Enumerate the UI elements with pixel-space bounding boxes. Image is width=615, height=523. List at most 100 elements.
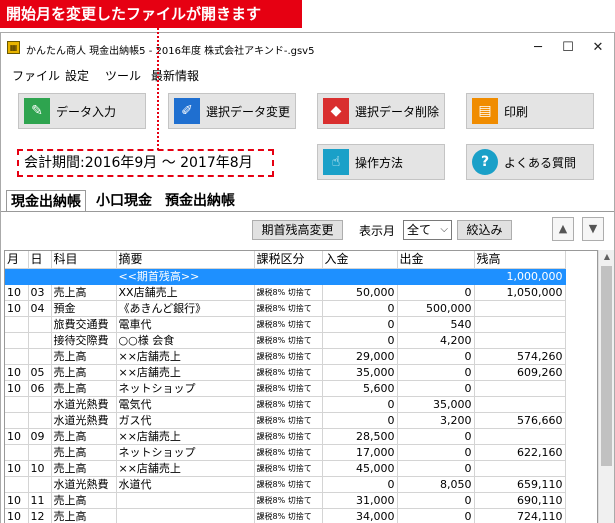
operation-guide-button[interactable]: ☝ 操作方法 bbox=[317, 144, 445, 180]
cell-day: 05 bbox=[28, 364, 52, 381]
menu-settings[interactable]: 設定 bbox=[65, 67, 89, 84]
scroll-up-icon[interactable]: ▲ bbox=[599, 250, 615, 264]
cell-balance: 724,110 bbox=[474, 508, 566, 523]
cell-day: 03 bbox=[28, 284, 52, 301]
cell-balance: 1,000,000 bbox=[474, 268, 566, 285]
cell-balance bbox=[474, 316, 566, 333]
cell-description bbox=[116, 508, 255, 523]
accounting-period: 会計期間:2016年9月 ～ 2017年8月 bbox=[17, 149, 274, 177]
table-row[interactable]: 10 03 売上高 XX店舗売上 課税8% 切捨て 50,000 0 1,050,000 bbox=[5, 284, 566, 301]
table-row[interactable]: 10 10 売上高 ××店舗売上 課税8% 切捨て 45,000 0 bbox=[5, 460, 566, 477]
cell-tax-category: 課税8% 切捨て bbox=[254, 428, 323, 445]
eraser-icon: ◆ bbox=[323, 98, 349, 124]
change-opening-balance-button[interactable]: 期首残高変更 bbox=[252, 220, 343, 240]
minimize-button[interactable]: ─ bbox=[525, 39, 551, 57]
move-up-button[interactable]: ▲ bbox=[552, 217, 574, 241]
menu-file[interactable]: ファイル bbox=[12, 67, 60, 84]
col-tax-category: 課税区分 bbox=[254, 251, 323, 269]
cell-description: <<期首残高>> bbox=[116, 268, 255, 285]
table-row[interactable]: 10 04 預金 《あきんど銀行》 課税8% 切捨て 0 500,000 bbox=[5, 300, 566, 317]
cell-deposit: 0 bbox=[322, 412, 398, 429]
col-day: 日 bbox=[28, 251, 52, 269]
cell-account: 預金 bbox=[51, 300, 117, 317]
cell-day bbox=[28, 268, 52, 285]
faq-button[interactable]: ? よくある質問 bbox=[466, 144, 594, 180]
cell-tax-category: 課税8% 切捨て bbox=[254, 396, 323, 413]
hand-pointer-icon: ☝ bbox=[323, 149, 349, 175]
data-entry-button[interactable]: ✎ データ入力 bbox=[18, 93, 146, 129]
table-row[interactable]: 売上高 ネットショップ 課税8% 切捨て 17,000 0 622,160 bbox=[5, 444, 566, 461]
cell-balance bbox=[474, 332, 566, 349]
delete-selected-button[interactable]: ◆ 選択データ削除 bbox=[317, 93, 445, 129]
table-row[interactable]: 10 05 売上高 ××店舗売上 課税8% 切捨て 35,000 0 609,260 bbox=[5, 364, 566, 381]
cell-deposit: 34,000 bbox=[322, 508, 398, 523]
cell-account: 売上高 bbox=[51, 284, 117, 301]
cell-withdrawal bbox=[397, 268, 475, 285]
move-down-button[interactable]: ▼ bbox=[582, 217, 604, 241]
cell-day: 04 bbox=[28, 300, 52, 317]
question-icon: ? bbox=[472, 149, 498, 175]
cell-balance: 659,110 bbox=[474, 476, 566, 493]
app-window: ▦ かんたん商人 現金出納帳5 - 2016年度 株式会社アキンド-.gsv5 … bbox=[0, 32, 615, 523]
close-button[interactable]: ✕ bbox=[585, 39, 611, 57]
cell-account: 売上高 bbox=[51, 348, 117, 365]
cell-withdrawal: 35,000 bbox=[397, 396, 475, 413]
cell-deposit: 35,000 bbox=[322, 364, 398, 381]
edit-selected-label: 選択データ変更 bbox=[206, 104, 291, 119]
cell-day bbox=[28, 412, 52, 429]
cell-account: 売上高 bbox=[51, 508, 117, 523]
cell-withdrawal: 0 bbox=[397, 428, 475, 445]
pencil-icon: ✐ bbox=[174, 98, 200, 124]
col-balance: 残高 bbox=[474, 251, 566, 269]
cell-tax-category: 課税8% 切捨て bbox=[254, 332, 323, 349]
display-month-select[interactable]: 全て ⌵ bbox=[403, 220, 452, 240]
cell-month bbox=[5, 444, 29, 461]
scroll-thumb[interactable] bbox=[601, 266, 612, 466]
cell-withdrawal: 0 bbox=[397, 380, 475, 397]
cell-deposit: 28,500 bbox=[322, 428, 398, 445]
cell-deposit: 45,000 bbox=[322, 460, 398, 477]
menu-tools[interactable]: ツール bbox=[105, 67, 141, 84]
cell-account: 水道光熱費 bbox=[51, 476, 117, 493]
cell-balance: 622,160 bbox=[474, 444, 566, 461]
cell-tax-category: 課税8% 切捨て bbox=[254, 444, 323, 461]
table-row[interactable]: 10 12 売上高 課税8% 切捨て 34,000 0 724,110 bbox=[5, 508, 566, 523]
narrow-button[interactable]: 絞込み bbox=[457, 220, 512, 240]
cell-description: ガス代 bbox=[116, 412, 255, 429]
cell-day bbox=[28, 316, 52, 333]
print-label: 印刷 bbox=[504, 104, 529, 119]
cell-description: 電車代 bbox=[116, 316, 255, 333]
table-row[interactable]: 10 11 売上高 課税8% 切捨て 31,000 0 690,110 bbox=[5, 492, 566, 509]
vertical-scrollbar[interactable]: ▲ bbox=[598, 250, 614, 523]
cell-withdrawal: 0 bbox=[397, 444, 475, 461]
cell-tax-category: 課税8% 切捨て bbox=[254, 412, 323, 429]
cell-deposit: 0 bbox=[322, 316, 398, 333]
edit-selected-button[interactable]: ✐ 選択データ変更 bbox=[168, 93, 296, 129]
cell-balance: 576,660 bbox=[474, 412, 566, 429]
cell-description: ××店舗売上 bbox=[116, 348, 255, 365]
col-deposit: 入金 bbox=[322, 251, 398, 269]
table-row[interactable]: 10 09 売上高 ××店舗売上 課税8% 切捨て 28,500 0 bbox=[5, 428, 566, 445]
cell-deposit: 50,000 bbox=[322, 284, 398, 301]
tab-cash-ledger[interactable]: 現金出納帳 bbox=[6, 190, 86, 212]
table-row[interactable]: 接待交際費 ○○様 会食 課税8% 切捨て 0 4,200 bbox=[5, 332, 566, 349]
table-row[interactable]: 旅費交通費 電車代 課税8% 切捨て 0 540 bbox=[5, 316, 566, 333]
maximize-button[interactable]: ☐ bbox=[555, 39, 581, 57]
title-bar: ▦ かんたん商人 現金出納帳5 - 2016年度 株式会社アキンド-.gsv5 … bbox=[1, 33, 614, 63]
opening-balance-row[interactable]: <<期首残高>> 1,000,000 bbox=[5, 268, 566, 285]
cell-withdrawal: 500,000 bbox=[397, 300, 475, 317]
cell-account: 売上高 bbox=[51, 444, 117, 461]
cell-month: 10 bbox=[5, 364, 29, 381]
table-row[interactable]: 売上高 ××店舗売上 課税8% 切捨て 29,000 0 574,260 bbox=[5, 348, 566, 365]
cell-tax-category: 課税8% 切捨て bbox=[254, 476, 323, 493]
table-row[interactable]: 水道光熱費 電気代 課税8% 切捨て 0 35,000 bbox=[5, 396, 566, 413]
tab-deposit-ledger[interactable]: 預金出納帳 bbox=[161, 190, 239, 212]
print-button[interactable]: ▤ 印刷 bbox=[466, 93, 594, 129]
document-icon: ▤ bbox=[472, 98, 498, 124]
table-row[interactable]: 10 06 売上高 ネットショップ 課税8% 切捨て 5,600 0 bbox=[5, 380, 566, 397]
cell-balance bbox=[474, 300, 566, 317]
cell-balance bbox=[474, 460, 566, 477]
tab-petty-cash[interactable]: 小口現金 bbox=[92, 190, 156, 212]
table-row[interactable]: 水道光熱費 ガス代 課税8% 切捨て 0 3,200 576,660 bbox=[5, 412, 566, 429]
table-row[interactable]: 水道光熱費 水道代 課税8% 切捨て 0 8,050 659,110 bbox=[5, 476, 566, 493]
